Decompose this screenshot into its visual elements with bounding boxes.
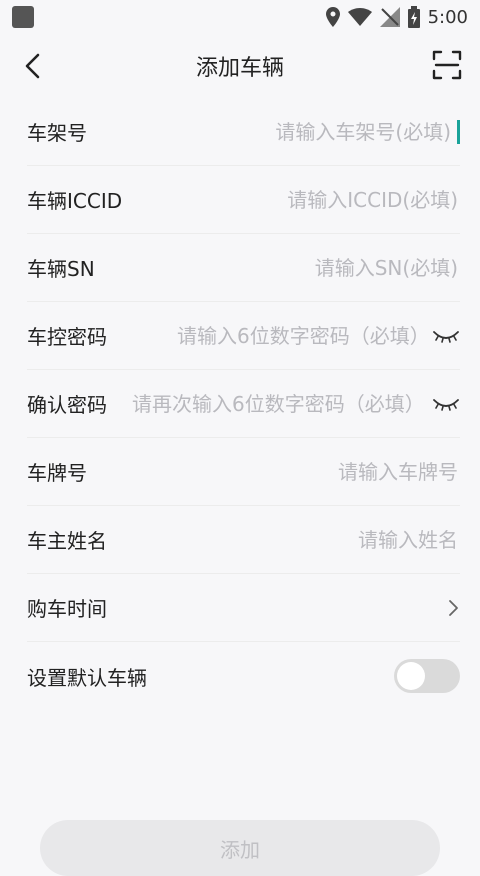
frame-number-field [229, 118, 460, 145]
sn-row: 车辆SN [27, 234, 460, 302]
purchase-time-label: 购车时间 [27, 597, 107, 621]
status-bar: 5:00 [0, 0, 480, 34]
confirm-password-field [130, 390, 460, 417]
text-cursor [457, 119, 460, 144]
status-time: 5:00 [427, 6, 468, 28]
plate-number-input[interactable] [296, 458, 460, 485]
page-title: 添加车辆 [195, 56, 284, 81]
eye-closed-icon[interactable] [432, 396, 460, 412]
control-password-row: 车控密码 [27, 302, 460, 370]
confirm-password-input[interactable] [130, 390, 424, 417]
sn-label: 车辆SN [27, 257, 95, 281]
plate-number-field [296, 458, 460, 485]
confirm-password-row: 确认密码 [27, 370, 460, 438]
toggle-knob [397, 662, 425, 690]
frame-number-row: 车架号 [27, 98, 460, 166]
iccid-row: 车辆ICCID [27, 166, 460, 234]
owner-name-input[interactable] [316, 526, 460, 553]
owner-name-field [316, 526, 460, 553]
back-arrow-icon[interactable] [20, 52, 48, 80]
location-icon [325, 7, 340, 27]
iccid-label: 车辆ICCID [27, 189, 123, 213]
iccid-field [226, 186, 460, 213]
frame-number-input[interactable] [229, 118, 453, 145]
add-button[interactable]: 添加 [40, 820, 440, 876]
owner-name-row: 车主姓名 [27, 506, 460, 574]
iccid-input[interactable] [226, 186, 460, 213]
default-vehicle-label: 设置默认车辆 [27, 665, 147, 690]
control-password-field [175, 322, 460, 349]
control-password-input[interactable] [175, 322, 424, 349]
battery-icon [407, 6, 420, 28]
status-icons: 5:00 [325, 6, 468, 28]
wifi-icon [347, 8, 372, 26]
confirm-password-label: 确认密码 [27, 393, 107, 417]
default-vehicle-row: 设置默认车辆 [27, 642, 460, 710]
chevron-right-icon[interactable] [446, 599, 460, 617]
sn-field [236, 254, 460, 281]
header: 添加车辆 [0, 34, 480, 98]
plate-number-label: 车牌号 [27, 461, 87, 485]
owner-name-label: 车主姓名 [27, 529, 107, 553]
default-vehicle-toggle[interactable] [394, 659, 460, 693]
scan-icon[interactable] [432, 50, 462, 80]
sn-input[interactable] [236, 254, 460, 281]
no-signal-icon [379, 7, 400, 27]
frame-number-label: 车架号 [27, 121, 87, 145]
purchase-time-row[interactable]: 购车时间 [27, 574, 460, 642]
plate-number-row: 车牌号 [27, 438, 460, 506]
notification-icon [12, 6, 34, 28]
control-password-label: 车控密码 [27, 325, 107, 349]
add-vehicle-form: 车架号 车辆ICCID 车辆SN 车控密码 [0, 98, 480, 710]
eye-closed-icon[interactable] [432, 328, 460, 344]
